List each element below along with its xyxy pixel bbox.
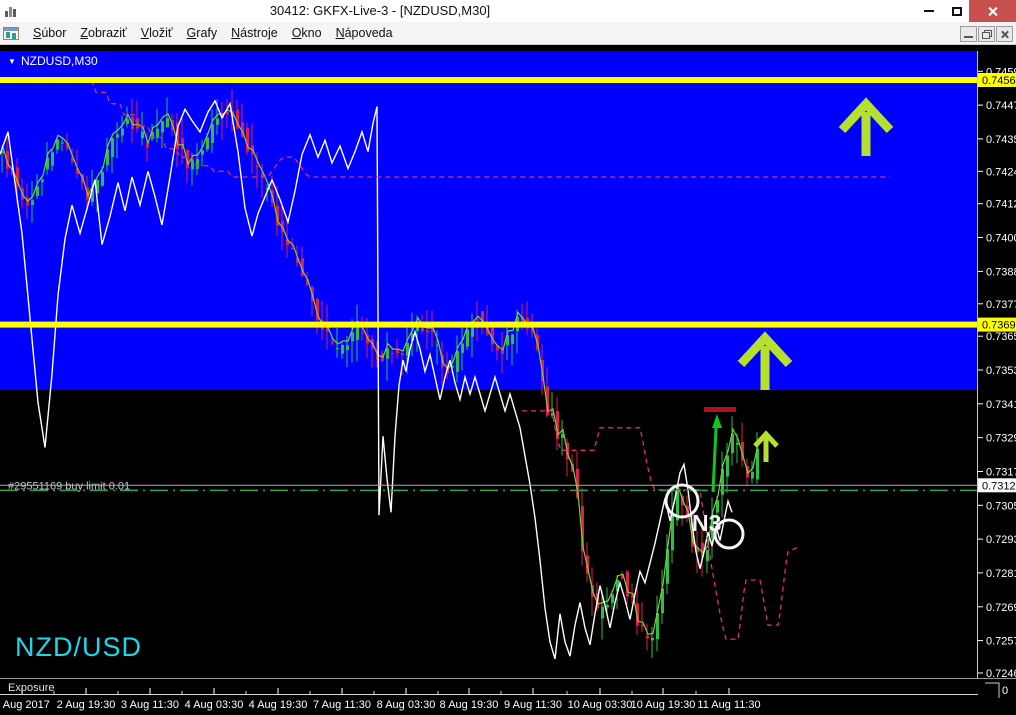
price-tick-label: 0.73295 <box>986 433 1016 445</box>
price-tick-label: 0.74240 <box>986 166 1016 178</box>
chart-close-icon <box>1000 30 1009 39</box>
time-tick-label: 2 Aug 19:30 <box>57 699 116 711</box>
chart-window-controls <box>960 26 1013 42</box>
menu-item-nstroje[interactable]: Nástroje <box>224 23 285 43</box>
price-tick-label: 0.74125 <box>986 199 1016 211</box>
time-tick-label: 4 Aug 03:30 <box>185 699 244 711</box>
price-tick-label: 0.74355 <box>986 134 1016 146</box>
menu-item-okno[interactable]: Okno <box>285 23 329 43</box>
menu-item-grafy[interactable]: Grafy <box>180 23 225 43</box>
time-tick-label: 10 Aug 19:30 <box>631 699 696 711</box>
symbol-dropdown-icon[interactable]: ▼ <box>8 57 16 66</box>
menu-item-zobrazi[interactable]: Zobraziť <box>73 23 133 43</box>
price-tick-label: 0.73770 <box>986 299 1016 311</box>
price-badge-label: 0.74564 <box>982 75 1016 87</box>
chart-area[interactable]: NZD/USD #29551169 buy limit 0.01 N3 ▼ NZDUSD… <box>0 45 1016 715</box>
window-title: 30412: GKFX-Live-3 - [NZDUSD,M30] <box>269 3 491 18</box>
trade-arrow-line[interactable] <box>711 427 718 493</box>
menu-item-vloi[interactable]: Vložiť <box>134 23 180 43</box>
price-badge-label: 0.73696 <box>982 320 1016 332</box>
price-tick-label: 0.72460 <box>986 668 1016 680</box>
maximize-button[interactable] <box>944 0 969 22</box>
chart-minimize-icon <box>964 36 973 38</box>
price-tick-label: 0.72815 <box>986 568 1016 580</box>
annotation-n3-label: N3 <box>692 510 721 536</box>
price-tick-label: 0.72575 <box>986 636 1016 648</box>
exposure-tab[interactable]: Exposure <box>8 682 54 694</box>
price-tick-label: 0.74005 <box>986 233 1016 245</box>
menu-item-npoveda[interactable]: Nápoveda <box>329 23 400 43</box>
chart-minimize-button[interactable] <box>960 26 977 42</box>
mt4-window: 30412: GKFX-Live-3 - [NZDUSD,M30] Súbor Z… <box>0 0 1016 715</box>
close-icon <box>987 6 998 17</box>
title-bar: 30412: GKFX-Live-3 - [NZDUSD,M30] <box>0 0 1016 22</box>
close-button[interactable] <box>969 0 1016 22</box>
symbol-watermark: NZD/USD <box>15 632 142 662</box>
corner-zero-label: 0 <box>1002 685 1008 697</box>
trade-arrow-head <box>712 414 722 428</box>
chart-document-icon[interactable] <box>3 26 19 40</box>
price-tick-label: 0.72695 <box>986 602 1016 614</box>
price-tick-label: 0.73535 <box>986 365 1016 377</box>
time-tick-label: 8 Aug 03:30 <box>377 699 436 711</box>
chart-symbol-label: NZDUSD,M30 <box>21 54 98 68</box>
yellow-level-line-2[interactable] <box>0 321 978 328</box>
minimize-icon <box>924 10 934 12</box>
maximize-icon <box>951 6 962 16</box>
price-tick-label: 0.73055 <box>986 500 1016 512</box>
chart-close-button[interactable] <box>996 26 1013 42</box>
blue-zone-rectangle <box>0 51 978 390</box>
time-tick-label: 10 Aug 03:30 <box>568 699 633 711</box>
price-tick-label: 0.74475 <box>986 100 1016 112</box>
time-tick-label: 2 Aug 2017 <box>0 699 50 711</box>
chart-restore-button[interactable] <box>978 26 995 42</box>
time-tick-label: 7 Aug 11:30 <box>313 699 371 711</box>
time-tick-label: 4 Aug 19:30 <box>249 699 308 711</box>
menu-item-sbor[interactable]: Súbor <box>26 23 73 43</box>
price-tick-label: 0.73655 <box>986 331 1016 343</box>
chart-top-mask <box>0 45 1016 51</box>
time-tick-label: 3 Aug 11:30 <box>121 699 179 711</box>
price-tick-label: 0.73415 <box>986 399 1016 411</box>
time-tick-label: 9 Aug 11:30 <box>504 699 562 711</box>
trade-target-bar[interactable] <box>704 407 736 412</box>
time-tick-label: 8 Aug 19:30 <box>440 699 499 711</box>
app-logo-icon <box>4 4 19 18</box>
chart-restore-icon <box>981 29 992 39</box>
price-chart-canvas[interactable]: NZD/USD#29551169 buy limit 0.01N3▼ NZDUSD… <box>0 45 1016 715</box>
menu-bar: Súbor Zobraziť Vložiť Grafy Nástroje Okno Nápo… <box>0 22 1016 45</box>
time-tick-label: 11 Aug 11:30 <box>697 699 760 711</box>
minimize-button[interactable] <box>914 0 944 22</box>
price-badge-label: 0.73126 <box>982 480 1016 492</box>
yellow-level-line-1[interactable] <box>0 77 978 83</box>
price-tick-label: 0.72935 <box>986 534 1016 546</box>
price-tick-label: 0.73885 <box>986 266 1016 278</box>
price-tick-label: 0.73175 <box>986 466 1016 478</box>
